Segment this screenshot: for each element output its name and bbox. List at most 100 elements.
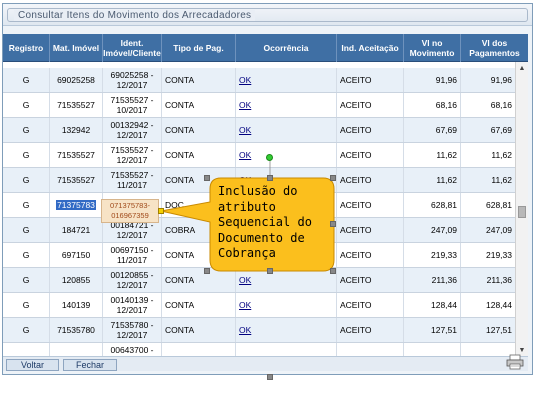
col-header-vl-pagamentos[interactable]: Vl dos Pagamentos	[461, 34, 528, 62]
ok-link[interactable]: OK	[239, 100, 251, 110]
cell-vl-mov: 219,33	[431, 250, 457, 260]
resize-handle-icon[interactable]	[330, 268, 336, 274]
cell-vl-mov: 247,09	[431, 225, 457, 235]
ident-line2: 12/2017	[116, 230, 148, 240]
ident-line2: 12/2017	[116, 330, 148, 340]
fechar-button[interactable]: Fechar	[63, 359, 117, 371]
cell-ind: ACEITO	[340, 150, 372, 160]
col-header-ind-aceitacao[interactable]: Ind. Aceitação	[337, 34, 403, 62]
ident-tooltip: 071375783- 016967359	[101, 199, 159, 223]
resize-handle-icon[interactable]	[204, 175, 210, 181]
resize-handle-icon[interactable]	[204, 268, 210, 274]
col-header-tipo-pag[interactable]: Tipo de Pag.	[162, 34, 235, 62]
cell-registro: G	[22, 100, 30, 110]
annotation-callout-text: Inclusão do atributo Sequencial do Docum…	[218, 184, 330, 262]
resize-handle-icon[interactable]	[267, 268, 273, 274]
ok-link[interactable]: OK	[239, 300, 251, 310]
cell-registro	[3, 343, 49, 356]
table-row[interactable]: G 71535780 71535780 - 12/2017 CONTA OK A…	[3, 318, 515, 343]
tooltip-line2: 016967359	[111, 211, 149, 220]
cell-ind: ACEITO	[340, 275, 372, 285]
cell-mat: 71535527	[57, 150, 95, 160]
ok-link[interactable]: OK	[239, 325, 251, 335]
cell-mat: 71535527	[57, 100, 95, 110]
table-row[interactable]: G 140139 00140139 - 12/2017 CONTA OK ACE…	[3, 293, 515, 318]
cell-mat: 184721	[61, 225, 91, 235]
cell-ident: 69025258 - 12/2017	[103, 68, 161, 92]
ident-line2: 10/2017	[116, 105, 148, 115]
cell-vl-mov: 11,62	[436, 175, 457, 185]
ident-line2: 12/2017	[116, 280, 148, 290]
cell-vl-mov: 628,81	[431, 200, 457, 210]
ident-line1: 00120855 -	[110, 270, 154, 280]
ident-line1: 00697150 -	[110, 245, 154, 255]
scroll-up-icon[interactable]: ▲	[516, 62, 528, 74]
ok-link[interactable]: OK	[239, 275, 251, 285]
cell-ident: 00120855 - 12/2017	[103, 268, 161, 292]
ident-line1: 71535780 -	[110, 320, 154, 330]
cell-tipo: CONTA	[165, 125, 195, 135]
cell-vl-mov: 11,62	[436, 150, 457, 160]
cell-mat: 132942	[61, 125, 91, 135]
cell-vl-pag: 11,62	[491, 150, 512, 160]
table-row[interactable]: G 120855 00120855 - 12/2017 CONTA OK ACE…	[3, 268, 515, 293]
cell-ocorrencia: OK	[236, 268, 336, 292]
cell-tipo: CONTA	[165, 100, 195, 110]
col-header-ident[interactable]: Ident. Imóvel/Cliente	[103, 34, 161, 62]
ok-link[interactable]: OK	[239, 75, 251, 85]
col-header-ocorrencia[interactable]: Ocorrência	[236, 34, 336, 62]
cell-ind: ACEITO	[340, 225, 372, 235]
cell-ocorrencia: OK	[236, 93, 336, 117]
scroll-thumb[interactable]	[518, 206, 526, 218]
cell-ocorrencia: OK	[236, 318, 336, 342]
cell-mat: 71535527	[57, 175, 95, 185]
cell-ident: 71535780 - 12/2017	[103, 318, 161, 342]
col-header-mat-imovel[interactable]: Mat. Imóvel	[50, 34, 102, 62]
bottom-handle-icon[interactable]	[267, 374, 273, 380]
table-row[interactable]: G 132942 00132942 - 12/2017 CONTA OK ACE…	[3, 118, 515, 143]
cell-vl-mov: 127,51	[431, 325, 457, 335]
resize-handle-icon[interactable]	[267, 175, 273, 181]
cell-ind: ACEITO	[340, 100, 372, 110]
mat-selected-text[interactable]: 71375783	[56, 200, 96, 210]
col-header-registro[interactable]: Registro	[3, 34, 49, 62]
voltar-button[interactable]: Voltar	[6, 359, 59, 371]
ident-line1: 71535527 -	[110, 170, 154, 180]
callout-line3: Sequencial do	[218, 215, 312, 229]
cell-ocorrencia: OK	[236, 293, 336, 317]
cell-ident: 00697150 - 11/2017	[103, 243, 161, 267]
cell-ind: ACEITO	[340, 125, 372, 135]
callout-line1: Inclusão do	[218, 184, 298, 198]
cell-registro: G	[22, 200, 30, 210]
ok-link[interactable]: OK	[239, 150, 251, 160]
pointer-handle-icon[interactable]	[158, 208, 164, 214]
ident-line1: 00132942 -	[110, 120, 154, 130]
cell-mat: 69025258	[57, 75, 95, 85]
resize-handle-icon[interactable]	[330, 175, 336, 181]
cell-ind: ACEITO	[340, 300, 372, 310]
cell-vl-pag: 628,81	[486, 200, 512, 210]
cell-vl-mov: 211,36	[431, 275, 457, 285]
table-row[interactable]: G 71535527 71535527 - 12/2017 CONTA OK A…	[3, 143, 515, 168]
callout-line5: Cobrança	[218, 246, 276, 260]
ident-line2: 11/2017	[116, 180, 148, 190]
cell-vl-pag: 127,51	[486, 325, 512, 335]
table-row[interactable]: 00643700 -	[3, 343, 515, 356]
cell-vl-pag: 219,33	[486, 250, 512, 260]
printer-icon[interactable]	[505, 354, 525, 370]
cell-mat	[50, 343, 102, 356]
cell-tipo: CONTA	[165, 325, 195, 335]
cell-ident: 00643700 -	[110, 345, 154, 355]
vertical-scrollbar[interactable]: ▲ ▼	[515, 62, 528, 356]
table-row[interactable]: G 69025258 69025258 - 12/2017 CONTA OK A…	[3, 68, 515, 93]
ok-link[interactable]: OK	[239, 125, 251, 135]
table-row[interactable]: G 71535527 71535527 - 10/2017 CONTA OK A…	[3, 93, 515, 118]
cell-ocorrencia: OK	[236, 118, 336, 142]
ident-line2: 11/2017	[116, 255, 148, 265]
cell-tipo: CONTA	[165, 300, 195, 310]
rotate-handle-icon[interactable]	[266, 154, 273, 161]
col-header-vl-movimento[interactable]: Vl no Movimento	[404, 34, 460, 62]
resize-handle-icon[interactable]	[330, 221, 336, 227]
ident-line1: 00140139 -	[110, 295, 154, 305]
cell-vl-pag: 68,16	[490, 100, 512, 110]
